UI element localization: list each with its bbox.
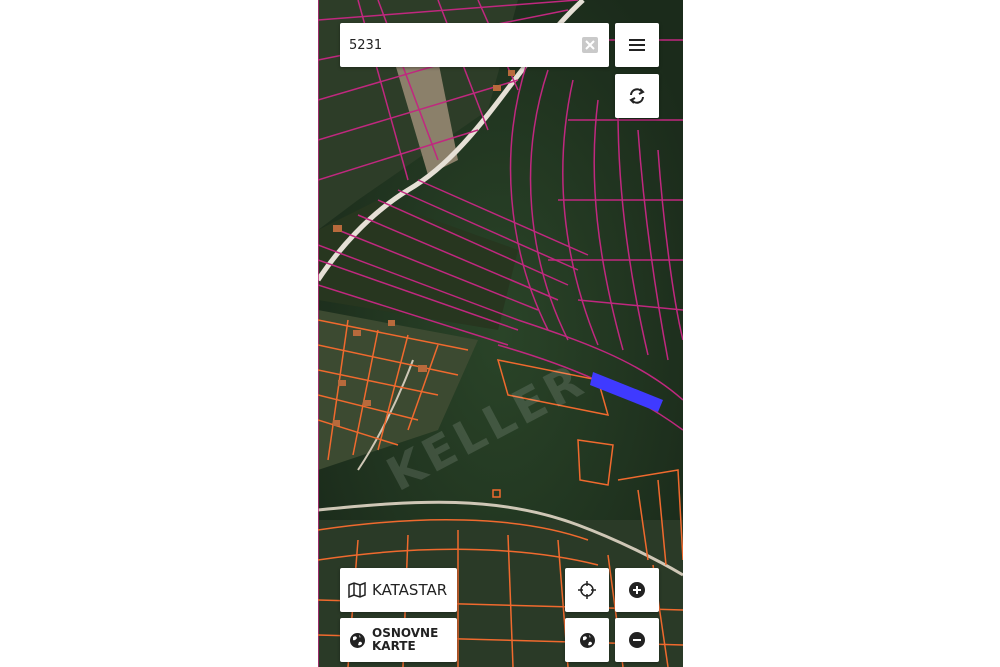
osnovne-label-line2: KARTE [372, 639, 416, 653]
search-box[interactable] [340, 23, 609, 67]
plus-circle-icon [629, 582, 645, 598]
minus-circle-icon [629, 632, 645, 648]
map-icon [348, 582, 366, 598]
clear-search-button[interactable] [582, 37, 598, 53]
crosshair-icon [578, 581, 596, 599]
zoom-in-button[interactable] [615, 568, 659, 612]
globe-icon [350, 632, 365, 648]
globe-icon [579, 632, 595, 648]
refresh-icon [629, 88, 645, 104]
map-view[interactable]: KELLER KATASTAR [318, 0, 683, 667]
katastar-button[interactable]: KATASTAR [340, 568, 457, 612]
zoom-out-button[interactable] [615, 618, 659, 662]
menu-button[interactable] [615, 23, 659, 67]
refresh-button[interactable] [615, 74, 659, 118]
layers-button[interactable] [565, 618, 609, 662]
katastar-label: KATASTAR [372, 581, 448, 599]
hamburger-icon [629, 39, 645, 51]
osnovne-karte-button[interactable]: OSNOVNE KARTE [340, 618, 457, 662]
locate-button[interactable] [565, 568, 609, 612]
clear-icon [585, 40, 595, 50]
search-input[interactable] [347, 36, 571, 54]
